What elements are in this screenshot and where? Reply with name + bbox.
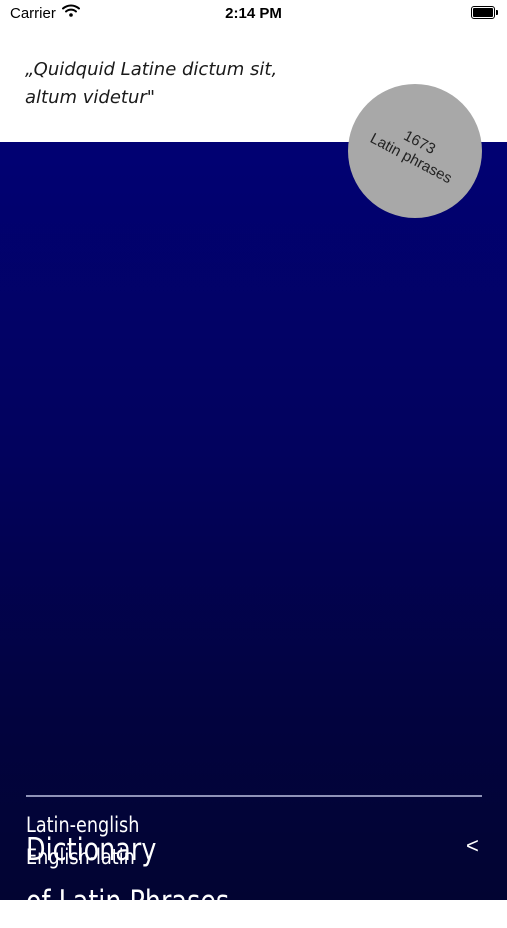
battery-icon <box>471 6 498 19</box>
quote-line-2: altum videtur" <box>25 87 156 108</box>
phrase-count-badge: 1673 Latin phrases <box>348 84 482 218</box>
quote-line-1: „Quidquid Latine dictum sit, <box>25 59 278 80</box>
hero-panel: Dictionary of Latin Phrases Latin-englis… <box>0 142 507 920</box>
title-line-2: of Latin Phrases <box>26 884 230 920</box>
divider <box>26 795 482 797</box>
english-latin-link[interactable]: English-latin <box>26 845 135 869</box>
latin-english-link[interactable]: Latin-english <box>26 813 139 837</box>
chevron-left-icon[interactable]: < <box>466 833 479 859</box>
latin-quote: „Quidquid Latine dictum sit, altum videt… <box>25 56 325 112</box>
app-title: Dictionary of Latin Phrases <box>26 824 229 928</box>
clock: 2:14 PM <box>225 5 282 22</box>
status-bar: Carrier 2:14 PM <box>0 0 507 30</box>
